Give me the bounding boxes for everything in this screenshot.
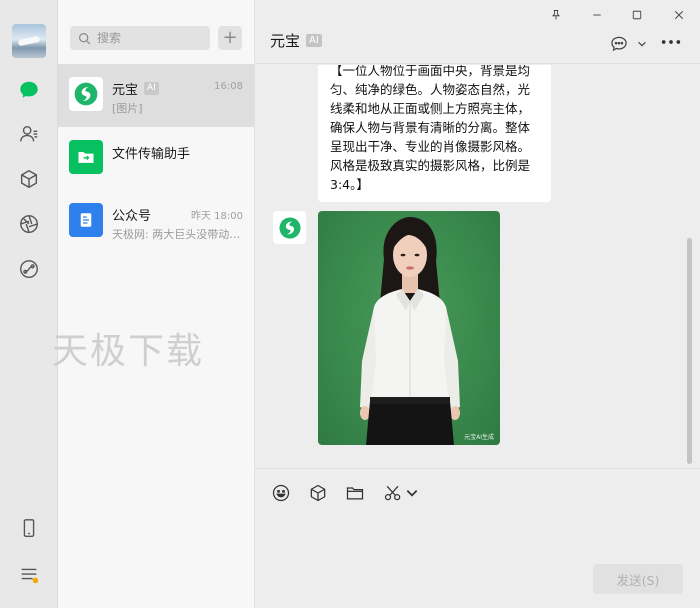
chevron-down-icon [406,490,418,497]
contacts-icon[interactable] [17,122,41,146]
more-button[interactable] [660,36,682,48]
conversation-title-text: 元宝 [270,32,301,50]
file-transfer-avatar [69,140,103,174]
left-nav [0,0,58,608]
emoji-icon [272,484,290,502]
plus-icon: + [222,27,238,48]
chat-options-button[interactable] [609,34,647,54]
menu-icon[interactable] [17,562,41,586]
yuanbao-avatar [69,77,103,111]
folder-transfer-icon [78,152,94,163]
chat-list: + 元宝 AI [图片] 16:08 文件传输助手 [52,0,255,608]
search-icon [79,32,91,44]
file-button[interactable] [343,481,367,505]
conversation-panel: 元宝 AI 【一位人物位于画面中央，背景是均匀、纯净的绿色。人物姿态自然，光线柔… [255,0,700,608]
chat-name-text: 公众号 [112,209,152,224]
folder-icon [346,487,364,500]
user-avatar[interactable] [12,24,46,58]
send-label: 发送(S) [616,572,660,588]
cube-icon [310,484,326,502]
minimize-icon[interactable] [586,6,608,24]
chat-icon[interactable] [17,78,41,102]
chat-item-yuanbao[interactable]: 元宝 AI [图片] 16:08 [58,64,254,127]
pin-icon[interactable] [545,6,567,24]
yuanbao-logo-icon [74,82,98,106]
conversation-header: 元宝 AI [255,0,700,64]
chat-time: 16:08 [214,81,243,92]
phone-icon[interactable] [17,516,41,540]
more-dots-icon [661,40,681,44]
screenshot-button[interactable] [381,481,405,505]
conversation-title: 元宝 AI [270,30,322,51]
send-button[interactable]: 发送(S) [593,564,683,594]
chat-name: 文件传输助手 [112,143,190,162]
message-text: 【一位人物位于画面中央，背景是均匀、纯净的绿色。人物姿态自然，光线柔和地从正面或… [330,65,531,192]
generated-portrait-image[interactable]: 元宝AI生成 [318,211,500,445]
chat-name-text: 元宝 [112,83,139,98]
yuanbao-avatar[interactable] [273,211,306,244]
chat-time: 昨天 18:00 [191,211,243,222]
official-accounts-avatar [69,203,103,237]
search-input[interactable] [97,31,197,45]
moments-icon[interactable] [17,212,41,236]
screenshot-options-button[interactable] [405,481,419,505]
portrait-illustration [360,217,460,445]
chat-name-text: 文件传输助手 [112,147,191,162]
ai-generated-tag: 元宝AI生成 [464,434,494,441]
chevron-down-icon [638,41,646,47]
cube-tool-button[interactable] [306,481,330,505]
chat-item-official-accounts[interactable]: 公众号 天极网: 两大巨头没带动… 昨天 18:00 [58,190,254,253]
chat-item-file-transfer[interactable]: 文件传输助手 [58,127,254,190]
cube-icon[interactable] [17,167,41,191]
composer: 发送(S) [255,468,700,608]
add-button[interactable]: + [218,26,242,50]
scissors-icon [384,485,401,501]
chat-bubble-icon [611,36,627,52]
chat-name: 公众号 [112,205,151,224]
watermark-text: 天极下载 [52,331,205,372]
message-bubble[interactable]: 【一位人物位于画面中央，背景是均匀、纯净的绿色。人物姿态自然，光线柔和地从正面或… [318,65,551,202]
ai-badge: AI [306,34,322,47]
chat-name: 元宝 AI [112,79,159,98]
document-icon [80,213,92,227]
channels-icon[interactable] [17,257,41,281]
emoji-button[interactable] [269,481,293,505]
ai-badge: AI [144,82,159,95]
close-icon[interactable] [668,6,690,24]
message-area: 【一位人物位于画面中央，背景是均匀、纯净的绿色。人物姿态自然，光线柔和地从正面或… [255,65,700,468]
maximize-icon[interactable] [626,6,648,24]
message-scrollbar[interactable] [687,238,692,464]
search-box[interactable] [70,26,210,50]
yuanbao-logo-icon [278,216,301,239]
chat-preview: 天极网: 两大巨头没带动… [112,228,241,241]
chat-preview: [图片] [112,102,143,115]
